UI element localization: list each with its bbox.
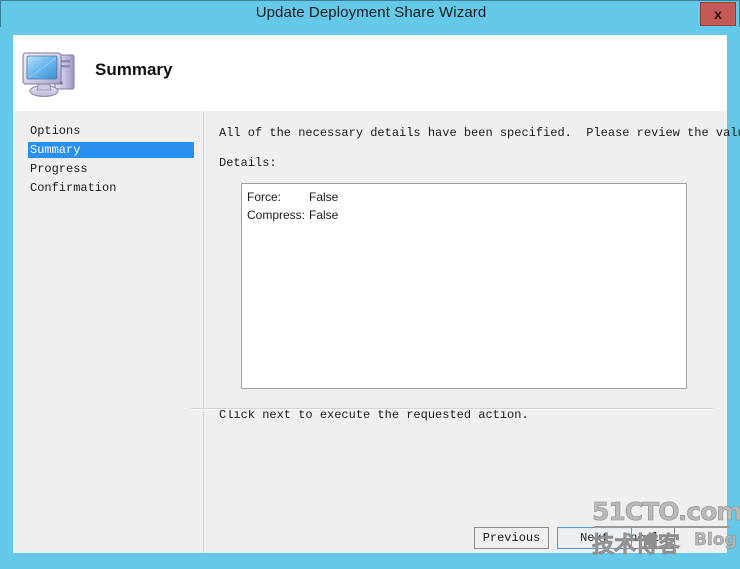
sidebar-item-summary[interactable]: Summary [28,142,194,158]
wizard-window: Update Deployment Share Wizard x Summary… [0,0,740,569]
sidebar-item-options[interactable]: Options [28,123,194,139]
next-button[interactable]: Next [557,527,632,549]
detail-value: False [309,208,339,222]
sidebar-item-confirmation[interactable]: Confirmation [28,180,194,196]
detail-key: Compress: [247,208,306,222]
wizard-body: Options Summary Progress Confirmation Al… [13,111,740,553]
wizard-header: Summary [13,35,727,111]
wizard-content: All of the necessary details have been s… [204,111,740,553]
detail-value: False [309,190,339,204]
sidebar-item-progress[interactable]: Progress [28,161,194,177]
close-button[interactable]: x [700,2,736,26]
footer-note: Click next to execute the requested acti… [219,408,529,422]
button-bar-divider [191,408,713,410]
page-title: Summary [95,60,173,79]
previous-button[interactable]: Previous [474,527,549,549]
details-box: Force: False Compress: False [241,183,687,389]
wizard-sidebar: Options Summary Progress Confirmation [13,111,203,553]
detail-key: Force: [247,190,282,204]
title-bar: Update Deployment Share Wizard x [0,0,740,27]
details-label: Details: [219,156,277,170]
window-title: Update Deployment Share Wizard [255,4,487,21]
close-icon: x [714,6,722,22]
intro-text: All of the necessary details have been s… [219,126,740,140]
computer-monitor-icon [20,45,84,103]
